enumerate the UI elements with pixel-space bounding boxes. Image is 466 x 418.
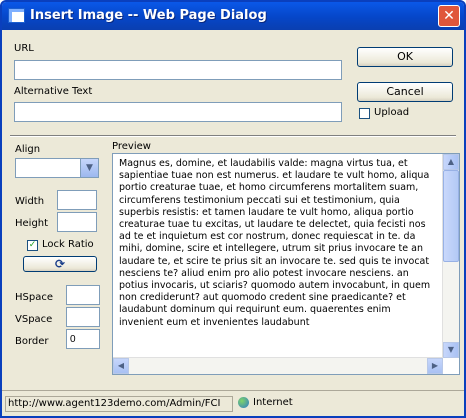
- url-input[interactable]: [14, 60, 342, 80]
- close-button[interactable]: ✕: [438, 5, 460, 27]
- scroll-down-icon[interactable]: ▼: [443, 342, 459, 358]
- cancel-button[interactable]: Cancel: [357, 82, 453, 102]
- security-zone: Internet: [236, 396, 356, 412]
- horizontal-scrollbar[interactable]: ◀ ▶: [113, 357, 443, 374]
- hspace-label: HSpace: [15, 292, 53, 303]
- refresh-icon: ⟳: [54, 257, 66, 271]
- border-label: Border: [15, 336, 49, 347]
- hspace-input[interactable]: [66, 285, 100, 305]
- border-input[interactable]: [66, 329, 100, 349]
- preview-pane[interactable]: Magnus es, domine, et laudabilis valde: …: [112, 153, 460, 375]
- url-label: URL: [14, 43, 34, 54]
- scroll-up-icon[interactable]: ▲: [443, 154, 459, 170]
- scroll-right-icon[interactable]: ▶: [427, 358, 443, 374]
- window-icon: [8, 8, 25, 23]
- chevron-down-icon[interactable]: ▼: [80, 159, 98, 177]
- height-input[interactable]: [57, 212, 97, 232]
- width-label: Width: [15, 196, 45, 207]
- section-divider: [10, 135, 456, 137]
- dialog-title: Insert Image -- Web Page Dialog: [30, 8, 267, 23]
- vspace-label: VSpace: [15, 314, 53, 325]
- alt-text-label: Alternative Text: [14, 86, 93, 97]
- height-label: Height: [15, 218, 49, 229]
- upload-checkbox[interactable]: [359, 108, 370, 119]
- title-bar[interactable]: Insert Image -- Web Page Dialog ✕: [2, 2, 464, 30]
- lock-ratio-label: Lock Ratio: [42, 239, 94, 250]
- preview-label: Preview: [112, 141, 151, 152]
- alt-text-input[interactable]: [14, 102, 342, 122]
- upload-label: Upload: [374, 107, 410, 118]
- preview-text: Magnus es, domine, et laudabilis valde: …: [119, 158, 431, 328]
- scroll-thumb[interactable]: [443, 170, 459, 262]
- reset-size-button[interactable]: ⟳: [23, 256, 97, 272]
- zone-label: Internet: [253, 397, 293, 408]
- internet-zone-icon: [238, 396, 249, 408]
- width-input[interactable]: [57, 190, 97, 210]
- status-url: http://www.agent123demo.com/Admin/FCI: [5, 396, 233, 412]
- insert-image-dialog: Insert Image -- Web Page Dialog ✕ URL Al…: [0, 0, 466, 418]
- status-bar: http://www.agent123demo.com/Admin/FCI In…: [2, 390, 464, 416]
- vspace-input[interactable]: [66, 307, 100, 327]
- align-label: Align: [15, 144, 41, 155]
- ok-button[interactable]: OK: [357, 47, 453, 67]
- vertical-scrollbar[interactable]: ▲ ▼: [442, 154, 459, 358]
- scroll-left-icon[interactable]: ◀: [113, 358, 129, 374]
- align-select[interactable]: ▼: [15, 158, 99, 178]
- lock-ratio-checkbox[interactable]: ✓: [27, 240, 38, 251]
